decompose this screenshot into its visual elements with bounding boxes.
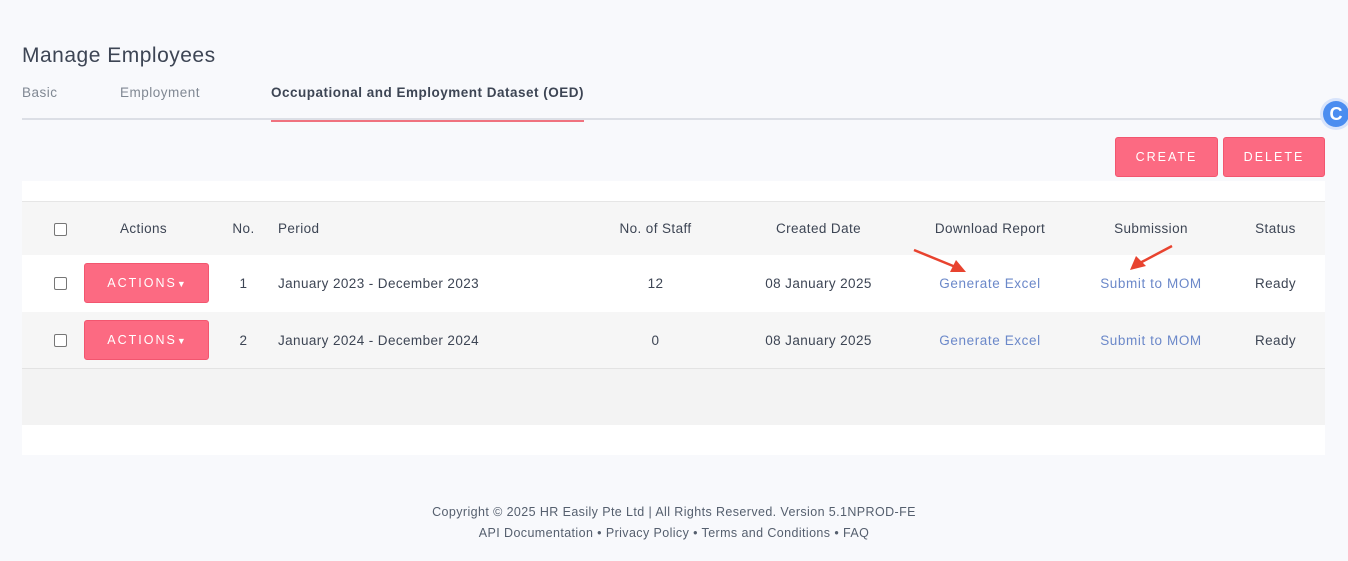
table-row: ACTIONS▼ 1 January 2023 - December 2023 … [22,254,1325,312]
header-created-date: Created Date [775,220,862,236]
row-actions-button[interactable]: ACTIONS▼ [84,263,209,303]
generate-excel-link[interactable]: Generate Excel [939,333,1040,348]
refresh-icon: C [1323,101,1348,127]
select-all-checkbox[interactable] [53,222,67,236]
tab-employment[interactable]: Employment [120,84,200,120]
row-period: January 2024 - December 2024 [278,332,480,348]
header-download-report: Download Report [934,220,1046,236]
generate-excel-link[interactable]: Generate Excel [939,276,1040,291]
delete-button[interactable]: DELETE [1223,137,1325,177]
table-header-row: Actions No. Period No. of Staff Created … [22,201,1325,255]
footer-link-terms[interactable]: Terms and Conditions [702,526,831,540]
submit-to-mom-link[interactable]: Submit to MOM [1100,276,1202,291]
page-title: Manage Employees [22,44,216,67]
row-status: Ready [1254,332,1297,348]
row-checkbox[interactable] [53,334,67,348]
tab-basic[interactable]: Basic [22,84,58,120]
refresh-button[interactable]: C [1320,98,1348,130]
tab-bar: Basic Employment Occupational and Employ… [22,84,1325,122]
header-no: No. [232,220,255,236]
row-actions-button[interactable]: ACTIONS▼ [84,320,209,360]
caret-down-icon: ▼ [176,336,186,346]
header-actions: Actions [120,220,168,236]
submit-to-mom-link[interactable]: Submit to MOM [1100,333,1202,348]
table-empty-footer [22,368,1325,425]
row-no: 2 [239,332,248,348]
header-period: Period [278,220,320,236]
row-created-date: 08 January 2025 [765,332,872,348]
row-created-date: 08 January 2025 [765,275,872,291]
header-submission: Submission [1114,220,1188,236]
create-button[interactable]: CREATE [1115,137,1218,177]
header-staff: No. of Staff [619,220,692,236]
row-no: 1 [239,275,248,291]
tab-oed[interactable]: Occupational and Employment Dataset (OED… [271,84,585,122]
footer-copyright: Copyright © 2025 HR Easily Pte Ltd | All… [432,505,916,519]
header-status: Status [1255,220,1296,236]
row-period: January 2023 - December 2023 [278,275,480,291]
footer-link-faq[interactable]: FAQ [843,526,869,540]
row-staff-count: 0 [651,332,660,348]
oed-table: Actions No. Period No. of Staff Created … [22,201,1325,369]
oed-table-card: Actions No. Period No. of Staff Created … [22,181,1325,455]
footer-link-privacy[interactable]: Privacy Policy [606,526,689,540]
row-staff-count: 12 [647,275,664,291]
footer-link-api-docs[interactable]: API Documentation [479,526,594,540]
row-checkbox[interactable] [53,277,67,291]
row-status: Ready [1254,275,1297,291]
footer-links: API Documentation • Privacy Policy • Ter… [478,526,870,540]
table-row: ACTIONS▼ 2 January 2024 - December 2024 … [22,311,1325,369]
caret-down-icon: ▼ [176,279,186,289]
